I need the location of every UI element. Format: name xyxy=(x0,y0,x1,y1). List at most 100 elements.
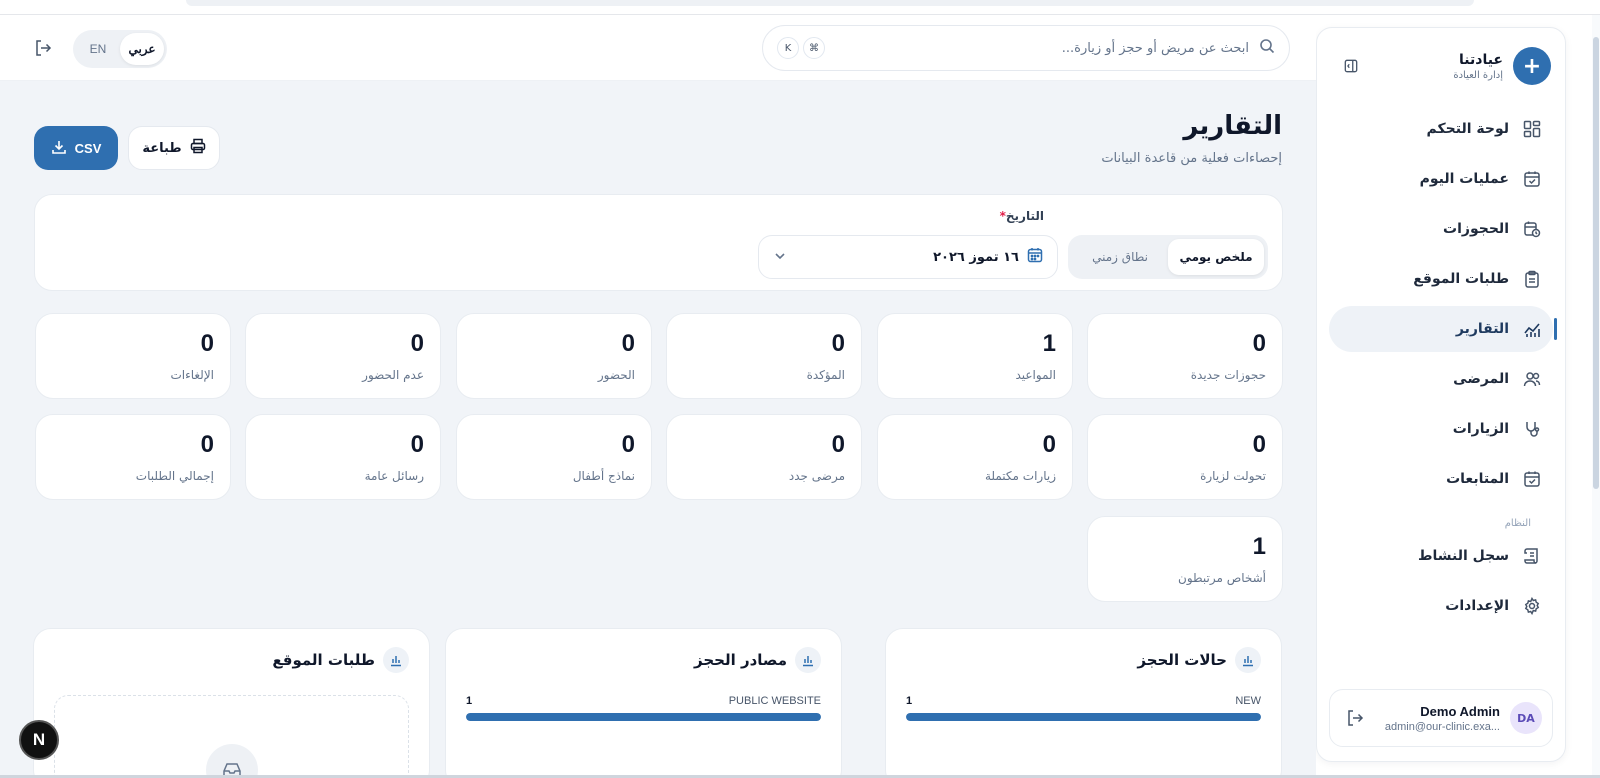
calendar-clock-icon xyxy=(1521,218,1543,240)
dev-badge[interactable]: N xyxy=(19,720,59,760)
report-mode-toggle: ملخص يومي نطاق زمني xyxy=(1068,235,1268,279)
main-content: التقارير إحصاءات فعلية من قاعدة البيانات… xyxy=(0,81,1316,775)
stat-card: 0 رسائل عامة xyxy=(245,414,441,500)
logout-icon[interactable] xyxy=(34,39,52,61)
sidebar-item-label: عمليات اليوم xyxy=(1419,171,1509,187)
sidebar-item-patients[interactable]: المرضى xyxy=(1329,356,1553,402)
stat-label: تحولت لزيارة xyxy=(1200,469,1266,483)
scroll-icon xyxy=(1521,545,1543,567)
sidebar-item-today[interactable]: عمليات اليوم xyxy=(1329,156,1553,202)
date-value: ١٦ تموز ٢٠٢٦ xyxy=(933,249,1019,265)
sidebar-section-system: النظام xyxy=(1504,518,1531,529)
stat-card: 1 أشخاص مرتبطون xyxy=(1087,516,1283,602)
stat-label: أشخاص مرتبطون xyxy=(1178,571,1266,585)
bar-track xyxy=(466,713,821,721)
stat-card: 0 عدم الحضور xyxy=(245,313,441,399)
stat-label: حجوزات جديدة xyxy=(1190,368,1266,382)
bar-track xyxy=(906,713,1261,721)
clipboard-icon xyxy=(1521,268,1543,290)
sidebar-item-label: طلبات الموقع xyxy=(1413,271,1509,287)
sidebar-item-visits[interactable]: الزيارات xyxy=(1329,406,1553,452)
csv-export-button[interactable]: CSV xyxy=(34,126,118,170)
printer-icon xyxy=(190,138,206,158)
sidebar-item-reports[interactable]: التقارير xyxy=(1329,306,1557,352)
brand-logo-plus-icon[interactable]: + xyxy=(1513,47,1551,85)
lang-english-button[interactable]: EN xyxy=(76,33,120,65)
stat-card: 0 المؤكدة xyxy=(666,313,862,399)
address-bar xyxy=(186,0,1474,6)
user-card[interactable]: DA Demo Admin admin@our-clinic.exa... xyxy=(1329,689,1553,747)
booking-status-card: حالات الحجز NEW 1 xyxy=(885,628,1282,775)
stat-label: المواعيد xyxy=(1015,368,1056,382)
logout-icon[interactable] xyxy=(1346,709,1364,731)
sidebar-item-activity-log[interactable]: سجل النشاط xyxy=(1329,533,1553,579)
avatar: DA xyxy=(1510,702,1542,734)
stat-card: 0 نماذج أطفال xyxy=(456,414,652,500)
stat-label: رسائل عامة xyxy=(364,469,424,483)
stat-label: الحضور xyxy=(597,368,635,382)
sidebar-item-followups[interactable]: المتابعات xyxy=(1329,456,1553,502)
sidebar-item-dashboard[interactable]: لوحة التحكم xyxy=(1329,106,1553,152)
calendar-icon xyxy=(1027,247,1043,267)
site-requests-card: طلبات الموقع xyxy=(33,628,430,775)
search-input[interactable]: ابحث عن مريض أو حجز أو زيارة... ⌘ K xyxy=(762,25,1290,71)
bar-chart-icon xyxy=(795,647,821,673)
date-label: التاريخ* xyxy=(999,209,1044,223)
stat-value: 0 xyxy=(1252,330,1266,357)
sidebar-item-bookings[interactable]: الحجوزات xyxy=(1329,206,1553,252)
kbd-k: K xyxy=(777,37,799,59)
sidebar-item-label: سجل النشاط xyxy=(1417,548,1509,564)
stat-value: 0 xyxy=(410,330,424,357)
browser-top-strip xyxy=(0,0,1600,15)
date-picker[interactable]: ١٦ تموز ٢٠٢٦ xyxy=(758,235,1058,279)
stat-value: 0 xyxy=(831,330,845,357)
dashboard-icon xyxy=(1521,118,1543,140)
stat-card: 0 زيارات مكتملة xyxy=(877,414,1073,500)
stat-card: 0 الإلغاءات xyxy=(35,313,231,399)
print-button[interactable]: طباعة xyxy=(128,126,220,170)
bar-label: NEW xyxy=(1235,695,1261,707)
bar-chart-icon xyxy=(383,647,409,673)
stat-value: 1 xyxy=(1252,533,1266,560)
bar-chart-icon xyxy=(1235,647,1261,673)
stat-value: 0 xyxy=(621,431,635,458)
chevron-down-icon xyxy=(773,248,787,267)
user-name: Demo Admin xyxy=(1420,703,1500,719)
stat-value: 0 xyxy=(200,431,214,458)
bar-fill xyxy=(466,713,821,721)
stat-card: 0 مرضى جدد xyxy=(666,414,862,500)
gear-icon xyxy=(1521,595,1543,617)
sidebar-collapse-icon[interactable] xyxy=(1341,56,1361,76)
empty-state xyxy=(54,695,409,775)
stethoscope-icon xyxy=(1521,418,1543,440)
sidebar-item-site-requests[interactable]: طلبات الموقع xyxy=(1329,256,1553,302)
kbd-cmd: ⌘ xyxy=(803,37,825,59)
language-toggle: عربي EN xyxy=(73,30,167,68)
stat-value: 1 xyxy=(1042,330,1056,357)
sidebar-item-settings[interactable]: الإعدادات xyxy=(1329,583,1553,629)
download-icon xyxy=(51,139,67,158)
scrollbar[interactable] xyxy=(1592,15,1600,778)
stat-label: نماذج أطفال xyxy=(572,469,635,483)
lang-arabic-button[interactable]: عربي xyxy=(120,33,164,65)
scrollbar-thumb[interactable] xyxy=(1593,37,1599,489)
user-email: admin@our-clinic.exa... xyxy=(1384,720,1500,733)
page-subtitle: إحصاءات فعلية من قاعدة البيانات xyxy=(1101,151,1282,166)
top-header: ابحث عن مريض أو حجز أو زيارة... ⌘ K عربي… xyxy=(0,15,1316,81)
sidebar-item-label: لوحة التحكم xyxy=(1426,121,1509,137)
users-icon xyxy=(1521,368,1543,390)
mode-range-button[interactable]: نطاق زمني xyxy=(1072,239,1168,275)
stat-value: 0 xyxy=(831,431,845,458)
mode-daily-button[interactable]: ملخص يومي xyxy=(1168,239,1264,275)
stat-label: إجمالي الطلبات xyxy=(135,469,214,483)
stat-card: 0 الحضور xyxy=(456,313,652,399)
brand: + عيادتنا إدارة العيادة xyxy=(1331,46,1551,86)
stat-card: 1 المواعيد xyxy=(877,313,1073,399)
chart-title: طلبات الموقع xyxy=(272,651,375,669)
page-title: التقارير xyxy=(1183,111,1282,141)
csv-label: CSV xyxy=(74,140,102,156)
sidebar-item-label: الإعدادات xyxy=(1445,598,1509,614)
chart-icon xyxy=(1521,318,1543,340)
brand-subtitle: إدارة العيادة xyxy=(1453,69,1503,81)
sidebar-nav: لوحة التحكم عمليات اليوم الحجوزات طلبات … xyxy=(1317,106,1565,633)
